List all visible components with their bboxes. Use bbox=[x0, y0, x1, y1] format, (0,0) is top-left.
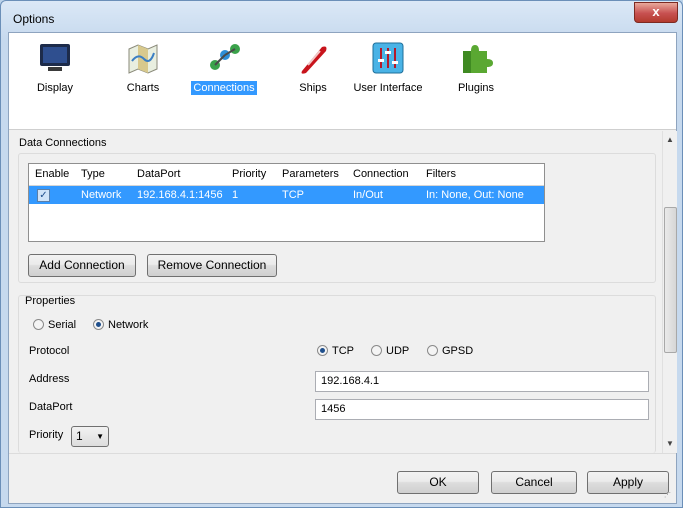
address-label: Address bbox=[29, 373, 70, 385]
puzzle-icon bbox=[463, 45, 493, 73]
cell-filters: In: None, Out: None bbox=[426, 189, 524, 201]
tab-connections-label: Connections bbox=[191, 81, 257, 95]
scroll-up-icon[interactable]: ▲ bbox=[663, 133, 677, 147]
protocol-label: Protocol bbox=[29, 345, 70, 357]
tab-ships-label: Ships bbox=[299, 82, 327, 94]
radio-dot bbox=[427, 345, 438, 356]
column-header[interactable]: Parameters bbox=[282, 168, 339, 180]
address-field[interactable]: 192.168.4.1 bbox=[315, 371, 649, 392]
footer-divider bbox=[9, 453, 676, 454]
cell-connection: In/Out bbox=[353, 189, 383, 201]
radio-dot bbox=[317, 345, 328, 356]
tab-plugins[interactable]: Plugins bbox=[455, 41, 497, 95]
udp-radio[interactable]: UDP bbox=[371, 345, 409, 357]
column-header[interactable]: Filters bbox=[426, 168, 456, 180]
cell-dataport: 192.168.4.1:1456 bbox=[137, 189, 223, 201]
data-connections-title: Data Connections bbox=[19, 137, 107, 149]
column-header[interactable]: Type bbox=[81, 168, 105, 180]
tab-user-interface[interactable]: User Interface bbox=[349, 41, 427, 95]
column-header[interactable]: DataPort bbox=[137, 168, 180, 180]
scrollbar-thumb[interactable] bbox=[664, 207, 677, 353]
cell-parameters: TCP bbox=[282, 189, 304, 201]
cancel-button[interactable]: Cancel bbox=[491, 471, 577, 494]
cell-type: Network bbox=[81, 189, 122, 201]
tab-charts-label: Charts bbox=[126, 82, 160, 94]
chevron-down-icon: ▼ bbox=[96, 432, 104, 441]
apply-button[interactable]: Apply bbox=[587, 471, 669, 494]
title-bar[interactable]: Options x bbox=[1, 1, 682, 33]
remove-connection-button[interactable]: Remove Connection bbox=[147, 254, 277, 277]
monitor-icon bbox=[40, 44, 70, 71]
options-client-area: Display Charts Connections Ships User In… bbox=[8, 32, 677, 504]
radio-dot bbox=[33, 319, 44, 330]
serial-radio-label: Serial bbox=[48, 319, 77, 331]
vertical-scrollbar[interactable]: ▲ ▼ bbox=[662, 131, 677, 453]
ok-button[interactable]: OK bbox=[397, 471, 479, 494]
network-radio[interactable]: Network bbox=[93, 319, 148, 331]
close-icon: x bbox=[652, 4, 660, 19]
tab-plugins-label: Plugins bbox=[457, 82, 495, 94]
tab-display-label: Display bbox=[36, 82, 74, 94]
resize-grip-icon[interactable]: ⋰ bbox=[664, 491, 673, 500]
priority-select-value: 1 bbox=[76, 429, 83, 443]
close-button[interactable]: x bbox=[634, 2, 678, 23]
table-header: Enable Type DataPort Priority Parameters… bbox=[29, 164, 544, 186]
dataport-label: DataPort bbox=[29, 401, 73, 413]
tab-user-interface-label: User Interface bbox=[353, 82, 423, 94]
radio-dot bbox=[371, 345, 382, 356]
tab-display[interactable]: Display bbox=[29, 41, 81, 95]
window-title: Options bbox=[13, 12, 55, 26]
enable-checkbox[interactable]: ✓ bbox=[37, 189, 50, 202]
radio-dot bbox=[93, 319, 104, 330]
ship-icon bbox=[301, 46, 327, 74]
network-radio-label: Network bbox=[108, 319, 149, 331]
tcp-radio[interactable]: TCP bbox=[317, 345, 354, 357]
priority-select[interactable]: 1 ▼ bbox=[71, 426, 109, 447]
column-header[interactable]: Priority bbox=[232, 168, 266, 180]
udp-radio-label: UDP bbox=[386, 345, 410, 357]
options-window: Options x Display Charts Connections Shi… bbox=[0, 0, 683, 508]
network-connections-icon bbox=[210, 44, 240, 70]
category-toolbar: Display Charts Connections Ships User In… bbox=[9, 33, 676, 130]
column-header[interactable]: Connection bbox=[353, 168, 409, 180]
cell-priority: 1 bbox=[232, 189, 239, 201]
gpsd-radio-label: GPSD bbox=[442, 345, 474, 357]
tcp-radio-label: TCP bbox=[332, 345, 354, 357]
chart-map-icon bbox=[128, 44, 158, 74]
column-header[interactable]: Enable bbox=[35, 168, 69, 180]
sliders-icon bbox=[372, 42, 404, 74]
tab-charts[interactable]: Charts bbox=[118, 41, 168, 95]
properties-title: Properties bbox=[25, 295, 76, 307]
table-row[interactable]: ✓ Network 192.168.4.1:1456 1 TCP In/Out … bbox=[29, 186, 544, 204]
connections-table[interactable]: Enable Type DataPort Priority Parameters… bbox=[28, 163, 545, 242]
dataport-field[interactable]: 1456 bbox=[315, 399, 649, 420]
serial-radio[interactable]: Serial bbox=[33, 319, 76, 331]
gpsd-radio[interactable]: GPSD bbox=[427, 345, 473, 357]
add-connection-button[interactable]: Add Connection bbox=[28, 254, 136, 277]
priority-label: Priority bbox=[29, 429, 64, 441]
scroll-down-icon[interactable]: ▼ bbox=[663, 437, 677, 451]
tab-connections[interactable]: Connections bbox=[187, 41, 261, 95]
tab-ships[interactable]: Ships bbox=[293, 41, 333, 95]
